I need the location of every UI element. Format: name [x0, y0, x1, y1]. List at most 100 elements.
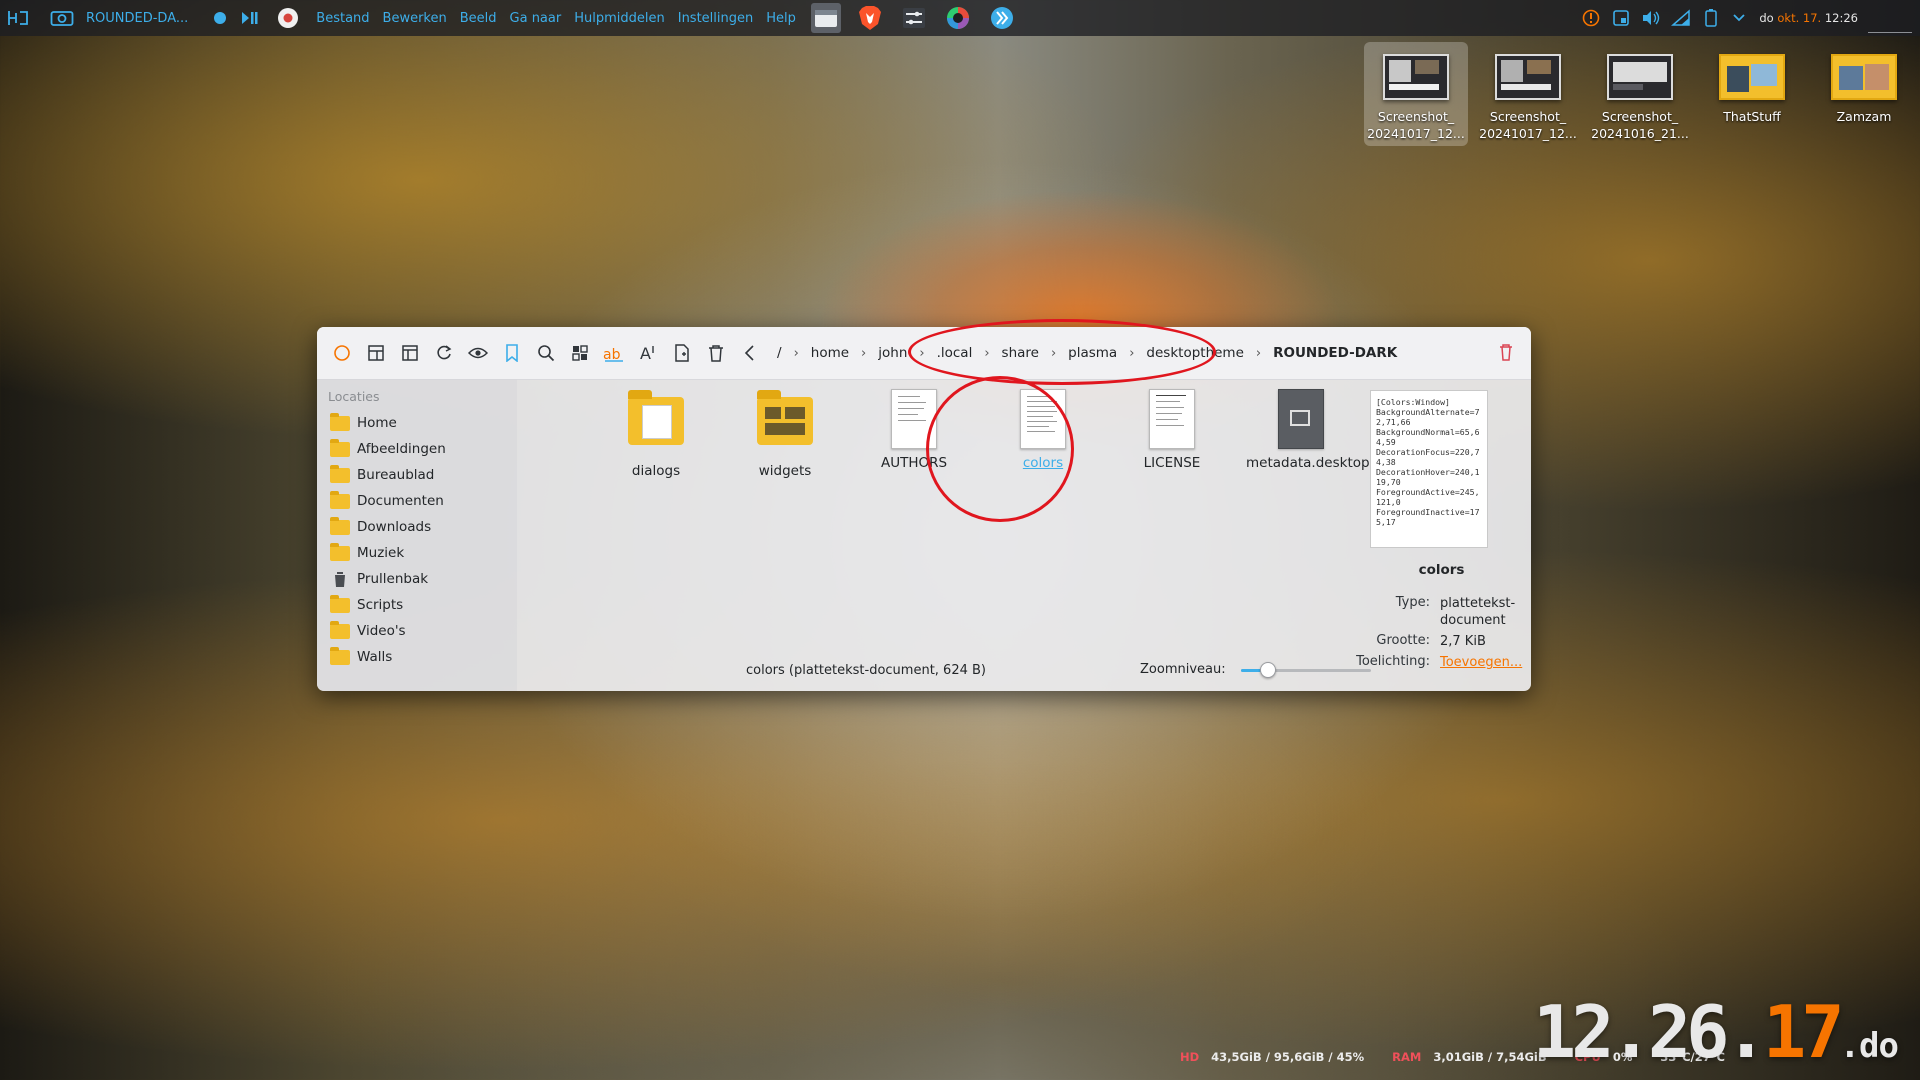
sidebar-item-afbeeldingen[interactable]: Afbeeldingen	[317, 436, 517, 462]
app-launcher-icon[interactable]	[6, 6, 30, 30]
sidebar-item-walls[interactable]: Walls	[317, 644, 517, 670]
sidebar-item-downloads[interactable]: Downloads	[317, 514, 517, 540]
breadcrumb-share[interactable]: share	[1002, 345, 1039, 361]
clock-day: do	[1759, 11, 1774, 25]
sidebar-item-prullenbak[interactable]: Prullenbak	[317, 566, 517, 592]
chevron-right-icon: ›	[1050, 345, 1057, 361]
desktop-icon-zamzam[interactable]: Zamzam	[1812, 42, 1916, 129]
desktop-icon-thatstuff[interactable]: ThatStuff	[1700, 42, 1804, 129]
network-icon[interactable]	[1669, 6, 1693, 30]
screenshot-thumbnail-icon	[1607, 54, 1673, 100]
file-item-widgets[interactable]: widgets	[730, 389, 840, 479]
rename-icon[interactable]: ab	[597, 336, 631, 370]
home-folder-icon	[330, 412, 350, 431]
menu-help[interactable]: Help	[766, 11, 796, 26]
task-system-settings[interactable]	[899, 3, 929, 33]
new-file-icon[interactable]	[665, 336, 699, 370]
chevron-right-icon: ›	[793, 345, 799, 361]
breadcrumb-local[interactable]: .local	[937, 345, 973, 361]
font-icon[interactable]: A	[631, 336, 665, 370]
file-item-metadata-desktop[interactable]: metadata.desktop	[1246, 389, 1370, 471]
panels-icon[interactable]	[393, 336, 427, 370]
file-name: colors	[1022, 455, 1064, 471]
updates-icon[interactable]	[1579, 6, 1603, 30]
active-window-title[interactable]: ROUNDED-DA...	[86, 11, 188, 26]
info-size-label: Grootte:	[1376, 633, 1430, 648]
add-comment-link[interactable]: Toevoegen...	[1440, 654, 1524, 671]
information-panel: [Colors:Window] BackgroundAlternate=72,7…	[1352, 379, 1531, 691]
file-manager-icon	[814, 10, 837, 27]
volume-icon[interactable]	[1639, 6, 1663, 30]
image-folder-icon	[1831, 54, 1897, 100]
split-view-icon[interactable]	[359, 336, 393, 370]
desktop-icon-screenshot-2[interactable]: Screenshot_ 20241017_12...	[1476, 42, 1580, 146]
hidden-files-eye-icon[interactable]	[461, 336, 495, 370]
file-name: AUTHORS	[880, 455, 948, 471]
menu-instellingen[interactable]: Instellingen	[678, 11, 754, 26]
menu-bewerken[interactable]: Bewerken	[383, 11, 447, 26]
menu-ga-naar[interactable]: Ga naar	[510, 11, 562, 26]
file-item-authors[interactable]: AUTHORS	[859, 389, 969, 471]
task-file-manager[interactable]	[810, 3, 841, 33]
sidebar-item-label: Scripts	[357, 597, 404, 613]
clipboard-icon[interactable]	[1609, 6, 1633, 30]
breadcrumb-desktoptheme[interactable]: desktoptheme	[1146, 345, 1243, 361]
task-color-app[interactable]	[943, 3, 973, 33]
file-item-colors[interactable]: colors	[988, 389, 1098, 471]
window-menu-icon[interactable]	[325, 336, 359, 370]
desktop-icon-label: Screenshot_ 20241016_21...	[1591, 109, 1689, 141]
menu-hulpmiddelen[interactable]: Hulpmiddelen	[574, 11, 665, 26]
search-icon[interactable]	[529, 336, 563, 370]
battery-icon[interactable]	[1699, 6, 1723, 30]
svg-text:A: A	[640, 344, 651, 362]
status-dot-icon[interactable]	[208, 6, 232, 30]
sidebar-item-muziek[interactable]: Muziek	[317, 540, 517, 566]
tray-expand-chevron-icon[interactable]	[1727, 6, 1751, 30]
clock-time: 12:26	[1824, 11, 1858, 25]
sidebar-item-documenten[interactable]: Documenten	[317, 488, 517, 514]
breadcrumb-root[interactable]: /	[777, 345, 782, 361]
reload-icon[interactable]	[427, 336, 461, 370]
chevron-right-icon: ›	[984, 345, 990, 361]
breadcrumb-current[interactable]: ROUNDED-DARK	[1273, 345, 1397, 361]
screenshot-thumbnail-icon	[1495, 54, 1561, 100]
hd-value: 43,5GiB / 95,6GiB / 45%	[1211, 1050, 1365, 1064]
task-brave-browser[interactable]	[855, 3, 885, 33]
desktop-icon-screenshot-3[interactable]: Screenshot_ 20241016_21...	[1588, 42, 1692, 146]
breadcrumb-john[interactable]: john	[878, 345, 907, 361]
back-arrow-icon[interactable]	[733, 336, 767, 370]
text-file-icon	[891, 389, 937, 449]
close-window-icon[interactable]	[1499, 343, 1513, 366]
clock-day-abbr: .do	[1839, 1026, 1899, 1066]
zoom-slider-handle[interactable]	[1260, 662, 1276, 678]
info-properties: Type: plattetekst- document Grootte: 2,7 K…	[1352, 595, 1531, 675]
task-discover[interactable]	[987, 3, 1017, 33]
sidebar-heading: Locaties	[328, 389, 380, 404]
panel-clock[interactable]: do okt. 17. 12:26	[1759, 11, 1858, 25]
play-pause-icon[interactable]	[238, 6, 262, 30]
breadcrumb-home[interactable]: home	[811, 345, 849, 361]
show-desktop-button[interactable]	[1868, 3, 1912, 33]
file-item-license[interactable]: LICENSE	[1117, 389, 1227, 471]
delete-icon[interactable]	[699, 336, 733, 370]
zoom-label: Zoomniveau:	[1140, 662, 1226, 677]
view-mode-icon[interactable]	[563, 336, 597, 370]
file-item-dialogs[interactable]: dialogs	[601, 389, 711, 479]
bookmark-icon[interactable]	[495, 336, 529, 370]
file-name: LICENSE	[1143, 455, 1201, 471]
screenshot-icon[interactable]	[50, 6, 74, 30]
sidebar-item-videos[interactable]: Video's	[317, 618, 517, 644]
music-player-icon[interactable]	[276, 6, 300, 30]
desktop-icon-screenshot-1[interactable]: Screenshot_ 20241017_12...	[1364, 42, 1468, 146]
global-menu: Bestand Bewerken Beeld Ga naar Hulpmidde…	[316, 11, 809, 26]
svg-text:ab: ab	[603, 347, 621, 362]
menu-bestand[interactable]: Bestand	[316, 11, 369, 26]
breadcrumb-plasma[interactable]: plasma	[1068, 345, 1117, 361]
clock-hour: 12.	[1532, 990, 1653, 1074]
pictures-folder-icon	[330, 438, 350, 457]
sidebar-item-home[interactable]: Home	[317, 410, 517, 436]
menu-beeld[interactable]: Beeld	[460, 11, 497, 26]
sidebar-item-scripts[interactable]: Scripts	[317, 592, 517, 618]
sidebar-item-bureaublad[interactable]: Bureaublad	[317, 462, 517, 488]
sidebar-item-label: Muziek	[357, 545, 405, 561]
